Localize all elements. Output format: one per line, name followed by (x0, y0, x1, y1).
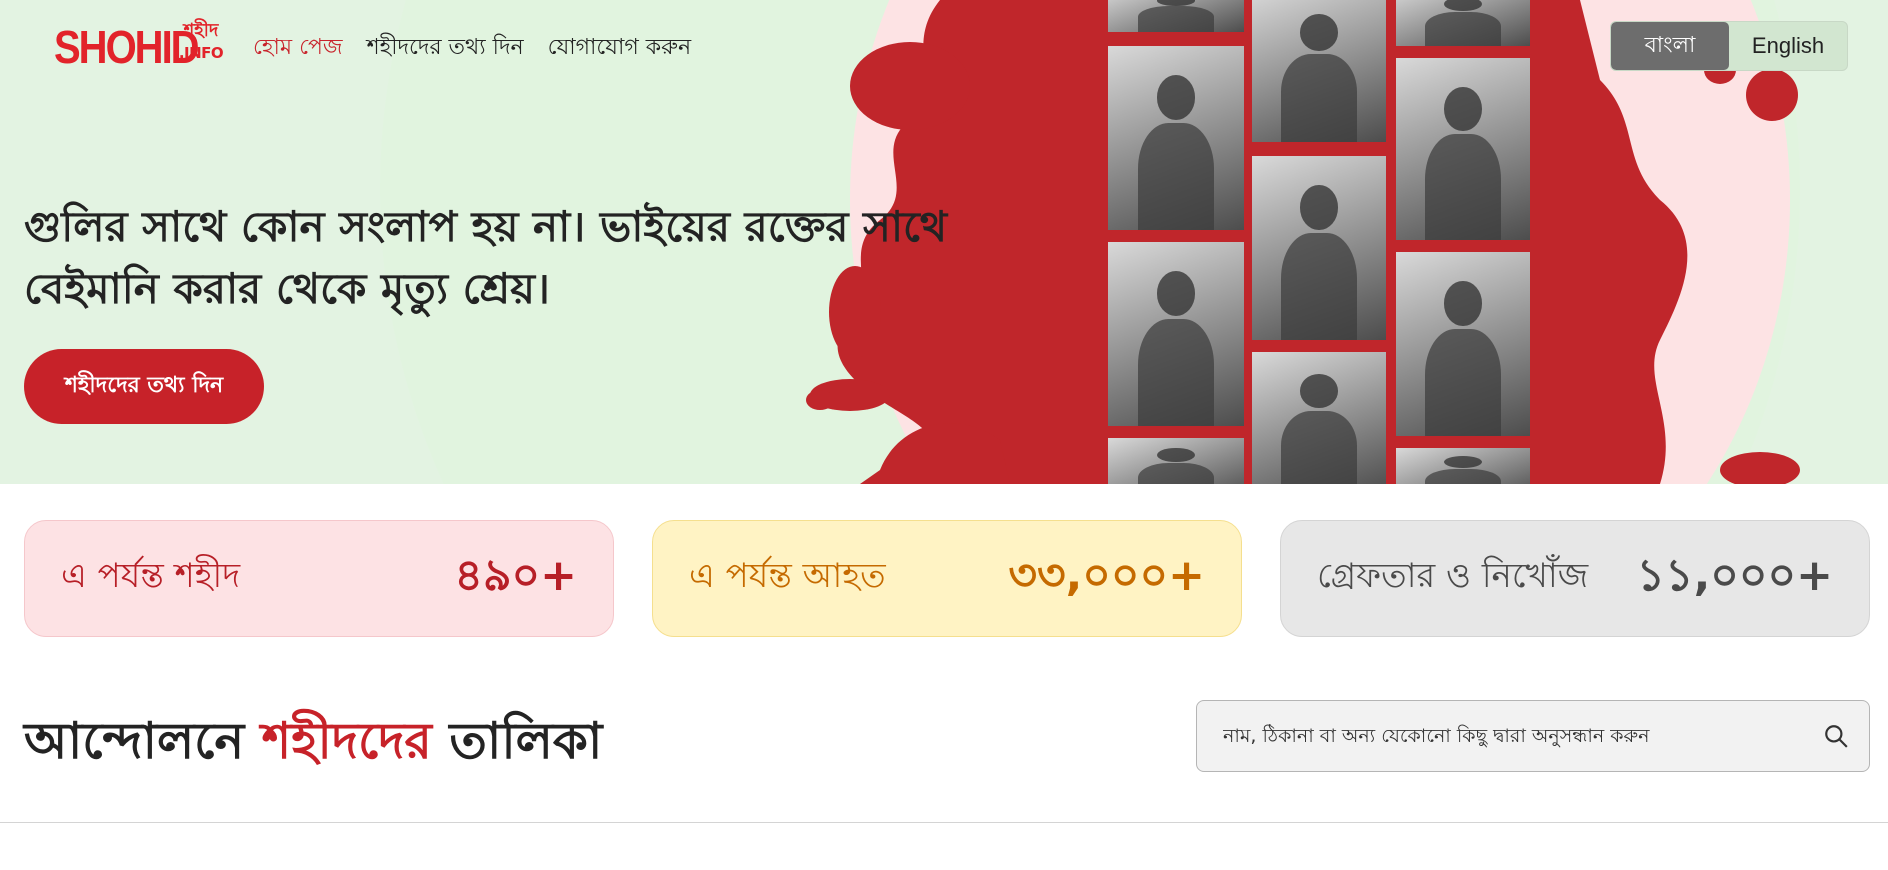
martyr-photo (1396, 252, 1530, 436)
nav-home[interactable]: হোম পেজ (253, 30, 343, 67)
logo-wordmark: SHOHID (54, 22, 200, 74)
section-divider (0, 822, 1888, 823)
martyr-photo (1108, 438, 1244, 484)
martyr-photo (1396, 58, 1530, 240)
language-switcher: বাংলা English (1610, 21, 1848, 71)
martyr-photo (1108, 0, 1244, 32)
martyr-photo (1396, 448, 1530, 484)
nav-submit-info[interactable]: শহীদদের তথ্য দিন (367, 30, 524, 67)
logo-bangla: শহীদ (183, 20, 219, 41)
site-logo[interactable]: SHOHID শহীদ .INFO (54, 18, 224, 74)
martyr-photo (1252, 352, 1386, 484)
hero-banner: SHOHID শহীদ .INFO হোম পেজ শহীদদের তথ্য দ… (0, 0, 1888, 484)
title-prefix: আন্দোলনে (24, 712, 262, 770)
hero-headline: গুলির সাথে কোন সংলাপ হয় না। ভাইয়ের রক্… (24, 202, 948, 313)
stat-injured-label: এ পর্যন্ত আহত (689, 556, 886, 596)
stat-arrested-missing: গ্রেফতার ও নিখোঁজ ১১,০০০+ (1280, 520, 1870, 637)
martyr-photo (1396, 0, 1530, 46)
lang-english-button[interactable]: English (1729, 22, 1847, 70)
stat-arrested-label: গ্রেফতার ও নিখোঁজ (1317, 556, 1589, 596)
martyr-list-title: আন্দোলনে শহীদদের তালিকা (24, 704, 602, 787)
title-highlight: শহীদদের (261, 712, 432, 770)
nav-contact[interactable]: যোগাযোগ করুন (548, 30, 692, 67)
martyr-photo (1108, 46, 1244, 230)
submit-martyr-info-button[interactable]: শহীদদের তথ্য দিন (24, 349, 264, 424)
lang-bangla-button[interactable]: বাংলা (1611, 22, 1729, 70)
search-box (1196, 700, 1870, 772)
logo-side-text: শহীদ .INFO (178, 20, 224, 64)
martyr-photo (1252, 0, 1386, 142)
logo-info: .INFO (178, 44, 224, 62)
stat-martyrs: এ পর্যন্ত শহীদ ৪৯০+ (24, 520, 614, 637)
stat-martyrs-label: এ পর্যন্ত শহীদ (61, 556, 241, 596)
title-suffix: তালিকা (431, 712, 603, 770)
search-icon[interactable] (1823, 723, 1849, 749)
search-input[interactable] (1221, 724, 1823, 748)
statistics-row: এ পর্যন্ত শহীদ ৪৯০+ এ পর্যন্ত আহত ৩৩,০০০… (24, 520, 1872, 639)
stat-martyrs-value: ৪৯০+ (454, 550, 577, 601)
stat-injured: এ পর্যন্ত আহত ৩৩,০০০+ (652, 520, 1242, 637)
martyr-photo (1108, 242, 1244, 426)
stat-arrested-value: ১১,০০০+ (1636, 550, 1833, 601)
stat-injured-value: ৩৩,০০০+ (1008, 550, 1205, 601)
main-nav: হোম পেজ শহীদদের তথ্য দিন যোগাযোগ করুন (253, 30, 691, 67)
martyr-photo (1252, 156, 1386, 340)
